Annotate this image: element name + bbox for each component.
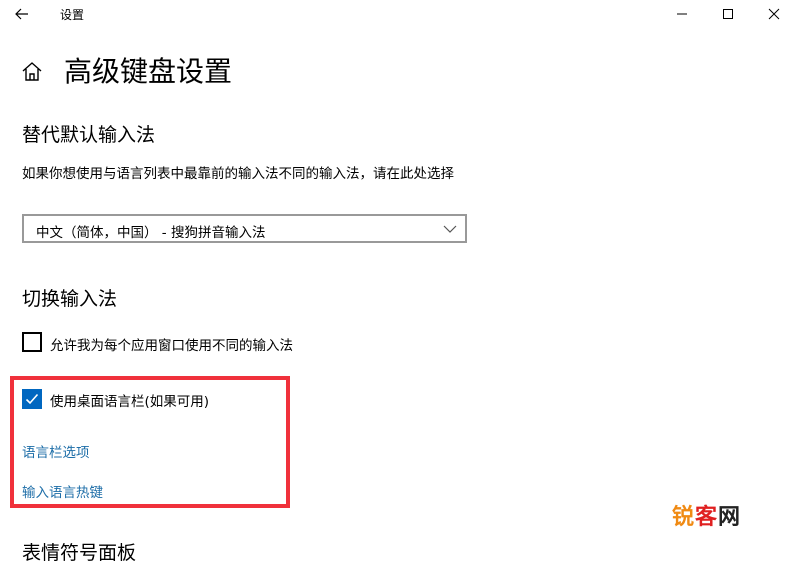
maximize-button[interactable] (705, 0, 751, 28)
chevron-down-icon (443, 225, 457, 233)
dropdown-selected-value: 中文（简体，中国） - 搜狗拼音输入法 (36, 225, 266, 241)
back-arrow-icon (15, 8, 28, 20)
minimize-button[interactable] (659, 0, 705, 28)
home-button[interactable] (20, 60, 44, 84)
watermark-part-3: 网 (718, 505, 742, 530)
per-app-input-label: 允许我为每个应用窗口使用不同的输入法 (50, 338, 293, 354)
close-button[interactable] (751, 0, 795, 28)
home-icon (22, 62, 42, 81)
switching-heading: 切换输入法 (22, 288, 118, 310)
page-title: 高级键盘设置 (64, 55, 233, 88)
watermark-logo: 锐客网 (672, 499, 741, 531)
minimize-icon (677, 13, 687, 15)
maximize-icon (723, 9, 733, 19)
close-icon (768, 8, 780, 20)
back-button[interactable] (8, 3, 36, 25)
watermark-part-2: 客 (695, 505, 719, 530)
emoji-panel-heading: 表情符号面板 (22, 542, 137, 564)
per-app-input-checkbox[interactable] (22, 332, 42, 352)
app-title: 设置 (60, 8, 85, 22)
title-bar: 设置 (0, 0, 795, 30)
input-method-dropdown[interactable]: 中文（简体，中国） - 搜狗拼音输入法 (22, 214, 467, 243)
override-input-heading: 替代默认输入法 (22, 124, 156, 146)
watermark-part-1: 锐 (672, 505, 696, 530)
override-input-description: 如果你想使用与语言列表中最靠前的输入法不同的输入法，请在此处选择 (22, 166, 454, 182)
highlight-annotation-box (10, 376, 290, 508)
